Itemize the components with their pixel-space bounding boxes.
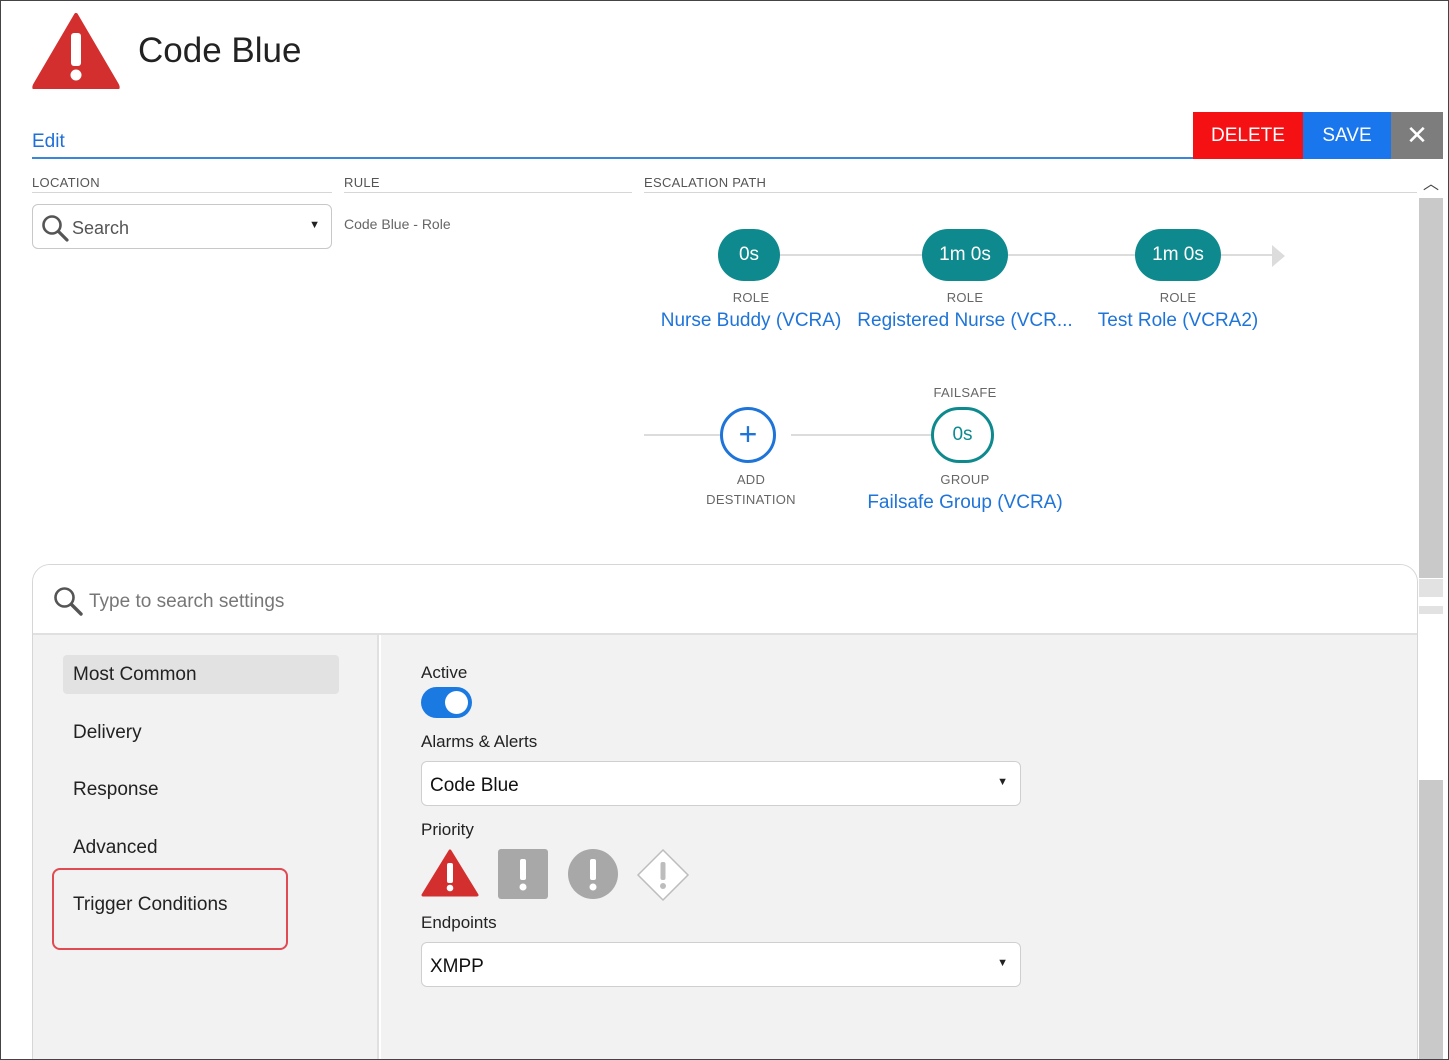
divider xyxy=(644,192,1417,193)
settings-search-placeholder: Type to search settings xyxy=(89,591,285,612)
scrollbar-thumb[interactable] xyxy=(1419,198,1443,578)
add-destination-button[interactable]: + xyxy=(720,407,776,463)
path-connector xyxy=(779,254,922,256)
scroll-up-button[interactable]: ︿ xyxy=(1417,172,1445,198)
alert-triangle-icon xyxy=(32,13,120,89)
endpoints-label: Endpoints xyxy=(421,913,497,932)
highlight-box xyxy=(52,868,288,950)
plus-icon: + xyxy=(738,416,758,452)
nav-delivery[interactable]: Delivery xyxy=(63,713,339,752)
settings-content: Active Alarms & Alerts Code Blue ▼ Prior… xyxy=(381,635,1417,1059)
endpoints-select[interactable]: XMPP ▼ xyxy=(421,942,1021,987)
nav-response[interactable]: Response xyxy=(63,770,339,809)
escalation-step-time[interactable]: 0s xyxy=(718,229,780,281)
chevron-down-icon: ▼ xyxy=(997,957,1008,969)
priority-urgent-icon[interactable] xyxy=(421,848,479,898)
settings-search-input[interactable]: Type to search settings xyxy=(33,565,1417,635)
nav-most-common[interactable]: Most Common xyxy=(63,655,339,694)
chevron-down-icon: ▼ xyxy=(309,219,320,231)
endpoints-value: XMPP xyxy=(430,956,484,977)
save-button[interactable]: SAVE xyxy=(1303,112,1391,159)
escalation-path-header: ESCALATION PATH xyxy=(644,175,767,190)
alarms-alerts-select[interactable]: Code Blue ▼ xyxy=(421,761,1021,806)
active-label: Active xyxy=(421,663,468,682)
path-connector xyxy=(1007,254,1135,256)
scrollbar-thumb-lower[interactable] xyxy=(1419,780,1443,1059)
active-toggle[interactable] xyxy=(421,687,472,718)
location-search-placeholder: Search xyxy=(72,218,130,238)
close-icon: ✕ xyxy=(1406,120,1428,150)
path-connector xyxy=(1221,254,1273,256)
tab-underline xyxy=(32,157,1194,159)
location-header: LOCATION xyxy=(32,175,100,190)
escalation-step-type: ROLE xyxy=(946,290,984,305)
settings-nav: Most Common Delivery Response Advanced T… xyxy=(33,635,379,1059)
chevron-up-icon: ︿ xyxy=(1422,176,1439,193)
alarms-alerts-label: Alarms & Alerts xyxy=(421,732,538,751)
divider xyxy=(32,192,332,193)
escalation-step-type: ROLE xyxy=(732,290,770,305)
priority-normal-icon[interactable] xyxy=(567,848,619,900)
add-destination-label: ADD xyxy=(736,472,766,487)
toggle-knob xyxy=(445,691,468,714)
escalation-step-recipient[interactable]: Nurse Buddy (VCRA) xyxy=(651,310,851,332)
nav-advanced[interactable]: Advanced xyxy=(63,828,339,867)
divider xyxy=(344,192,632,193)
alarms-alerts-value: Code Blue xyxy=(430,775,519,796)
rule-header: RULE xyxy=(344,175,380,190)
arrow-right-icon xyxy=(1272,245,1285,267)
settings-panel: Type to search settings Most Common Deli… xyxy=(32,564,1418,1059)
tab-edit[interactable]: Edit xyxy=(32,131,65,153)
delete-button[interactable]: DELETE xyxy=(1193,112,1303,159)
failsafe-recipient[interactable]: Failsafe Group (VCRA) xyxy=(845,492,1085,514)
close-button[interactable]: ✕ xyxy=(1391,112,1443,159)
escalation-step-recipient[interactable]: Test Role (VCRA2) xyxy=(1078,310,1278,332)
search-icon xyxy=(42,215,69,242)
location-search-select[interactable]: Search ▼ xyxy=(32,204,332,249)
failsafe-step-time[interactable]: 0s xyxy=(931,407,994,463)
path-connector xyxy=(791,434,931,436)
app-window: Code Blue Edit DELETE SAVE ✕ LOCATION RU… xyxy=(0,0,1449,1060)
scrollbar-segment xyxy=(1419,606,1443,614)
scrollbar-segment xyxy=(1419,579,1443,597)
chevron-down-icon: ▼ xyxy=(997,776,1008,788)
failsafe-step-type: GROUP xyxy=(940,472,990,487)
escalation-step-time[interactable]: 1m 0s xyxy=(1135,229,1221,281)
add-destination-label: DESTINATION xyxy=(706,492,796,507)
rule-value: Code Blue - Role xyxy=(344,216,451,232)
escalation-step-recipient[interactable]: Registered Nurse (VCR... xyxy=(855,310,1075,332)
failsafe-label: FAILSAFE xyxy=(933,385,997,400)
escalation-step-time[interactable]: 1m 0s xyxy=(922,229,1008,281)
priority-low-icon[interactable] xyxy=(636,848,690,902)
page-title: Code Blue xyxy=(138,31,302,70)
priority-high-icon[interactable] xyxy=(497,848,549,900)
search-icon xyxy=(54,587,83,616)
escalation-step-type: ROLE xyxy=(1159,290,1197,305)
path-connector xyxy=(644,434,720,436)
priority-label: Priority xyxy=(421,820,474,839)
